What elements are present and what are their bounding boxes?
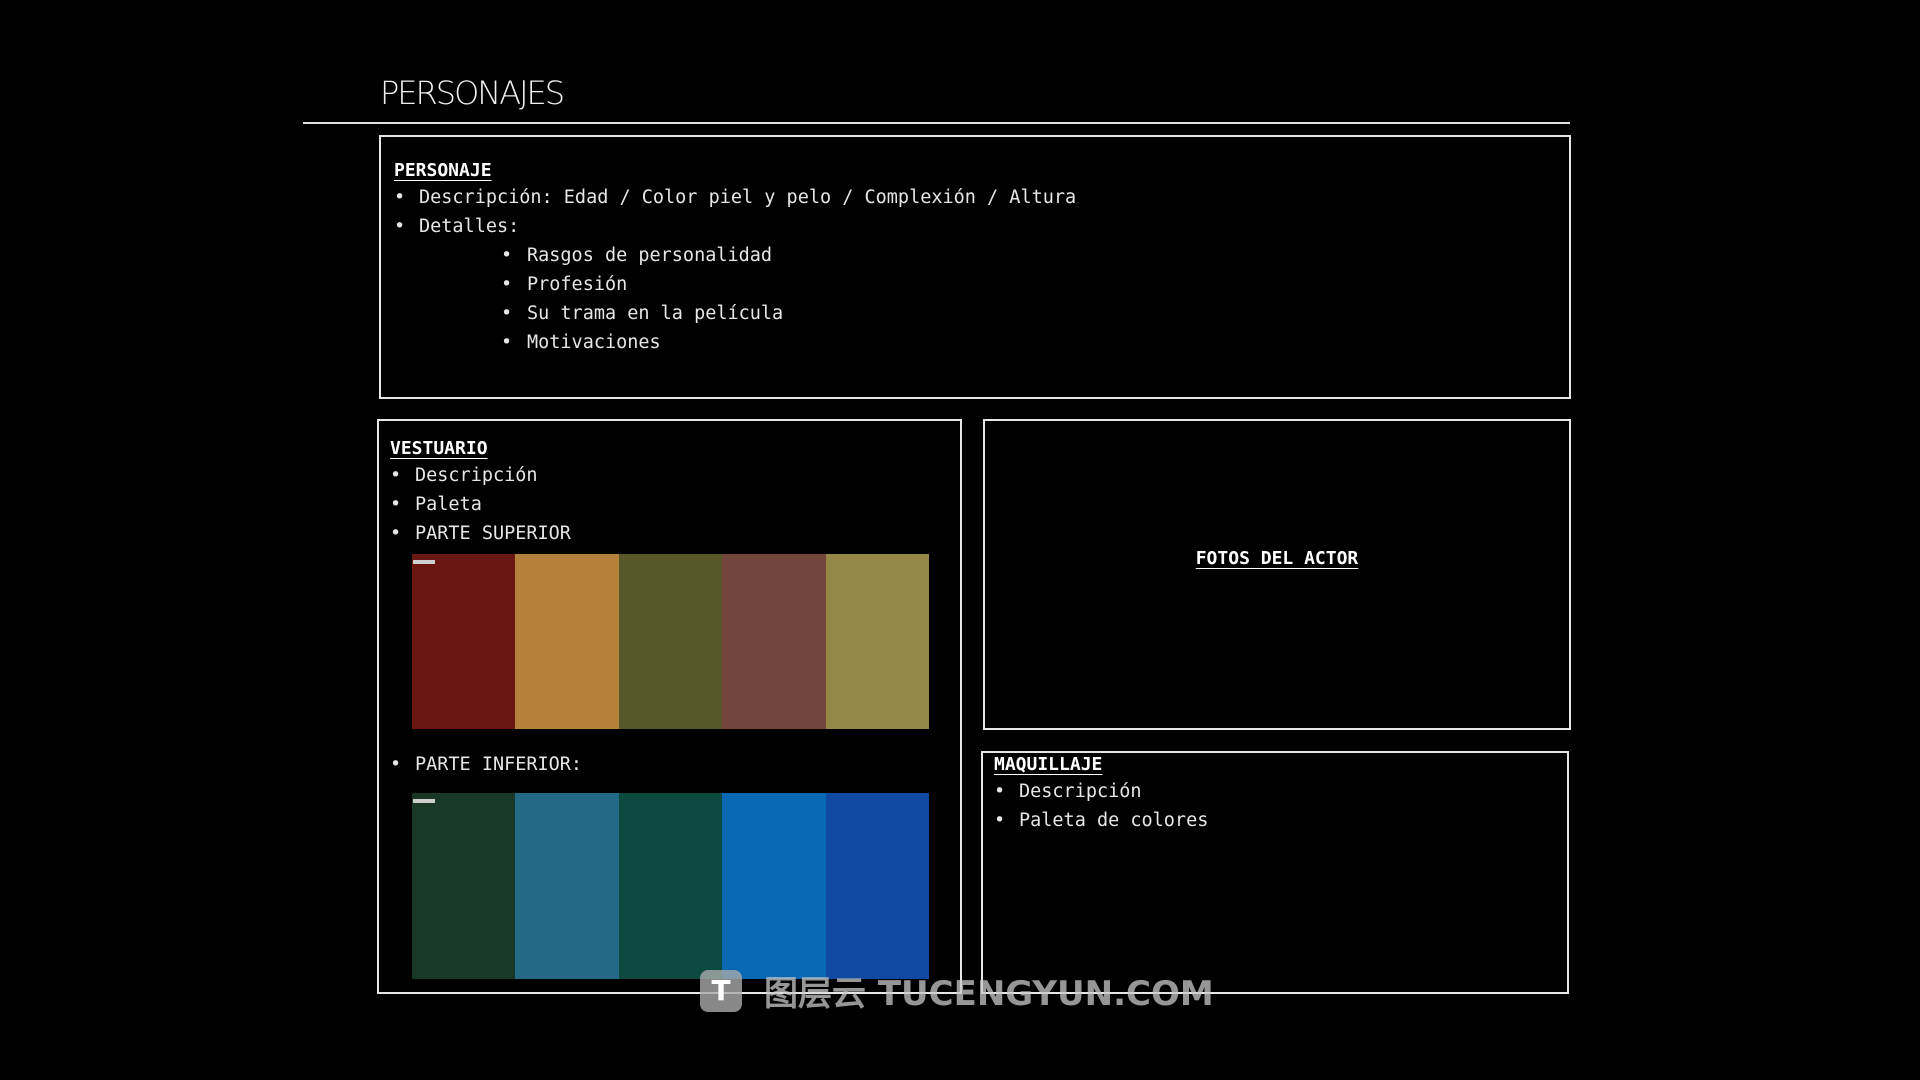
watermark-logo-icon: T <box>700 969 742 1012</box>
list-item: PARTE SUPERIOR <box>390 519 571 548</box>
list-item: Descripción: Edad / Color piel y pelo / … <box>394 183 1076 212</box>
page-title: PERSONAJES <box>380 74 565 112</box>
list-item: Paleta de colores <box>994 806 1208 835</box>
color-swatch <box>825 793 929 979</box>
fotos-actor-box: FOTOS DEL ACTOR <box>983 419 1571 730</box>
list-item: Detalles: <box>394 212 1076 241</box>
list-item: Descripción <box>994 777 1208 806</box>
list-item: Paleta <box>390 490 571 519</box>
list-item: PARTE INFERIOR: <box>390 750 582 779</box>
vestuario-box: VESTUARIO Descripción Paleta PARTE SUPER… <box>377 419 962 994</box>
color-swatch <box>722 554 826 729</box>
detail-item: Su trama en la película <box>501 299 1076 328</box>
title-divider <box>303 122 1570 124</box>
watermark: T 图层云 TUCENGYUN.COM <box>700 966 1214 1015</box>
maquillaje-heading: MAQUILLAJE <box>994 754 1103 775</box>
personaje-heading: PERSONAJE <box>394 160 492 181</box>
vestuario-heading: VESTUARIO <box>390 438 488 459</box>
color-swatch <box>618 793 723 979</box>
fotos-heading: FOTOS DEL ACTOR <box>1195 548 1359 569</box>
detail-item: Profesión <box>501 270 1076 299</box>
color-swatch <box>412 554 516 729</box>
watermark-text: 图层云 TUCENGYUN.COM <box>764 974 1214 1014</box>
palette-tag <box>413 799 435 803</box>
detail-item: Motivaciones <box>501 328 1076 357</box>
color-swatch <box>618 554 723 729</box>
fotos-heading-wrap: FOTOS DEL ACTOR <box>985 548 1569 569</box>
personaje-box: PERSONAJE Descripción: Edad / Color piel… <box>379 135 1571 399</box>
color-swatch <box>515 793 619 979</box>
color-swatch <box>825 554 929 729</box>
palette-tag <box>413 560 435 564</box>
palette-bottom <box>412 793 929 979</box>
detail-item: Rasgos de personalidad <box>501 241 1076 270</box>
color-swatch <box>515 554 619 729</box>
maquillaje-box: MAQUILLAJE Descripción Paleta de colores <box>981 751 1569 994</box>
list-item: Descripción <box>390 461 571 490</box>
color-swatch <box>722 793 826 979</box>
color-swatch <box>412 793 516 979</box>
palette-top <box>412 554 929 729</box>
